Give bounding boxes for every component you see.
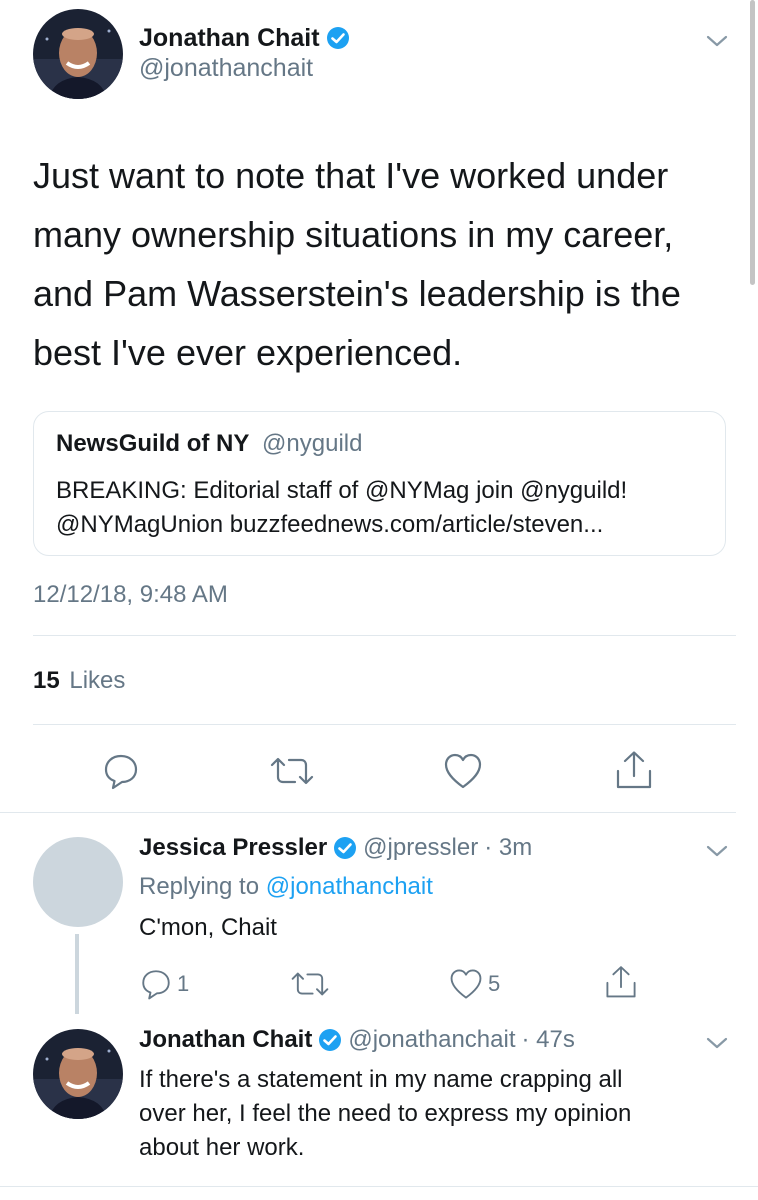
chevron-down-icon[interactable] — [704, 842, 730, 860]
reply-count: 1 — [177, 971, 190, 996]
divider — [0, 1186, 758, 1187]
likes-summary[interactable]: 15 Likes — [33, 667, 125, 695]
quoted-author-name: NewsGuild of NY — [56, 430, 250, 457]
reply-text-line: If there's a statement in my name crappi… — [139, 1066, 623, 1093]
quoted-author-row: NewsGuild of NY @nyguild — [56, 430, 362, 458]
tweet-text: Just want to note that I've worked under… — [33, 146, 733, 382]
author-handle[interactable]: @jonathanchait — [139, 54, 313, 83]
likes-count: 15 — [33, 667, 60, 694]
divider — [0, 812, 736, 813]
retweet-icon[interactable] — [269, 753, 315, 789]
reply-icon[interactable] — [101, 751, 141, 791]
like-icon[interactable] — [442, 751, 484, 791]
reply-text-line: over her, I feel the need to express my … — [139, 1100, 632, 1127]
reply-avatar[interactable] — [33, 837, 123, 927]
like-icon — [450, 969, 482, 999]
like-count: 5 — [488, 971, 501, 996]
reply-time[interactable]: · 47s — [522, 1026, 575, 1054]
replying-to-link[interactable]: @jonathanchait — [266, 873, 433, 900]
replying-to: Replying to @jonathanchait — [139, 873, 433, 901]
verified-badge-icon — [326, 27, 349, 49]
reply-text-line: about her work. — [139, 1134, 305, 1161]
reply-author-handle[interactable]: @jonathanchait — [348, 1026, 515, 1054]
reply-action-like[interactable]: 5 — [448, 967, 500, 1001]
chevron-down-icon[interactable] — [704, 32, 730, 50]
reply-icon — [142, 970, 170, 1000]
quoted-tweet-card[interactable]: NewsGuild of NY @nyguild BREAKING: Edito… — [33, 411, 726, 556]
reply-text: If there's a statement in my name crappi… — [139, 1063, 631, 1165]
thread-line — [75, 934, 79, 1014]
author-name-row: Jonathan Chait — [139, 22, 350, 54]
likes-label: Likes — [69, 667, 126, 694]
reply-author-handle[interactable]: @jpressler — [363, 834, 478, 862]
reply-avatar[interactable] — [33, 1029, 123, 1119]
reply-time[interactable]: · 3m — [484, 834, 532, 862]
author-name[interactable]: Jonathan Chait — [139, 24, 320, 53]
chevron-down-icon[interactable] — [704, 1034, 730, 1052]
tweet-text-line: and Pam Wasserstein's leadership is the — [33, 273, 681, 314]
verified-badge-icon — [334, 837, 357, 859]
reply-author-name[interactable]: Jonathan Chait — [139, 1026, 312, 1054]
reply-text-line: C'mon, Chait — [139, 914, 277, 941]
divider — [33, 635, 736, 636]
reply-header: Jessica Pressler @jpressler · 3m — [139, 832, 532, 864]
divider — [33, 724, 736, 725]
tweet-text-line: Just want to note that I've worked under — [33, 155, 669, 196]
share-icon[interactable] — [604, 964, 638, 1000]
quoted-text: BREAKING: Editorial staff of @NYMag join… — [56, 474, 627, 542]
share-icon[interactable] — [614, 749, 654, 791]
author-avatar[interactable] — [33, 9, 123, 99]
quoted-text-line: @NYMagUnion buzzfeednews.com/article/ste… — [56, 511, 604, 538]
reply-author-name[interactable]: Jessica Pressler — [139, 834, 327, 862]
reply-header: Jonathan Chait @jonathanchait · 47s — [139, 1024, 575, 1056]
reply-text: C'mon, Chait — [139, 914, 277, 942]
quoted-author-handle: @nyguild — [262, 430, 363, 457]
retweet-icon[interactable] — [290, 968, 330, 1000]
quoted-text-line: BREAKING: Editorial staff of @NYMag join… — [56, 477, 628, 504]
tweet-text-line: many ownership situations in my career, — [33, 214, 674, 255]
tweet-text-line: best I've ever experienced. — [33, 332, 463, 373]
replying-to-prefix: Replying to — [139, 873, 266, 900]
scrollbar[interactable] — [750, 0, 755, 285]
verified-badge-icon — [319, 1029, 342, 1051]
tweet-timestamp[interactable]: 12/12/18, 9:48 AM — [33, 581, 228, 609]
reply-action-reply[interactable]: 1 — [139, 967, 189, 1001]
